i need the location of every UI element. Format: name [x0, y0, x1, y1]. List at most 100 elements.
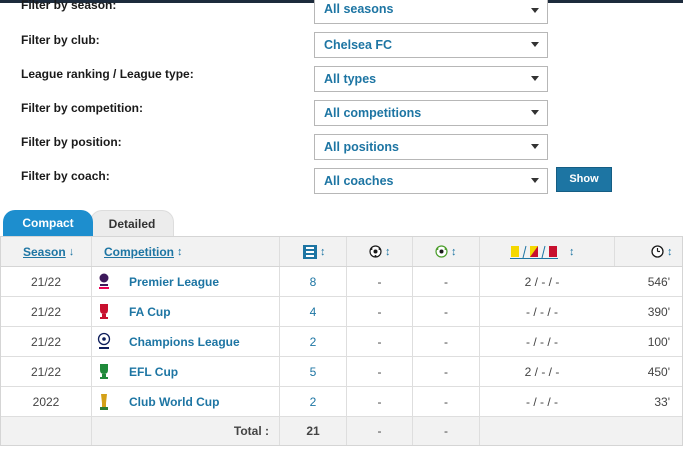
season-cell: 2022 [32, 394, 60, 409]
competition-header-label[interactable]: Competition [104, 245, 174, 259]
total-goals: - [377, 424, 382, 438]
cards-cell: 2 / - / - [524, 364, 560, 379]
position-select[interactable]: All positions [314, 134, 548, 160]
filter-season-row: Filter by season: All seasons [0, 0, 683, 32]
season-header[interactable]: Season ↓ [23, 237, 74, 266]
appearances-header[interactable]: ↕ [303, 237, 326, 266]
filter-position-row: Filter by position: All positions [0, 134, 683, 168]
cards-cell: - / - / - [526, 304, 558, 319]
filter-season-label: Filter by season: [21, 0, 117, 12]
show-button[interactable]: Show [556, 167, 612, 192]
sort-icon[interactable]: ↕ [320, 246, 326, 258]
competition-link[interactable]: Champions League [129, 335, 240, 349]
chevron-down-icon [531, 42, 539, 47]
competition-link[interactable]: FA Cup [129, 305, 171, 319]
goals-header[interactable]: ↕ [369, 237, 391, 266]
tab-detailed[interactable]: Detailed [90, 210, 174, 236]
cards-header[interactable]: ↕ [510, 237, 575, 266]
appearances-link[interactable]: 2 [310, 335, 317, 349]
chevron-down-icon [531, 76, 539, 81]
season-cell: 21/22 [30, 274, 62, 289]
competition-link[interactable]: EFL Cup [129, 365, 178, 379]
goals-cell: - [377, 364, 382, 379]
goals-cell: - [377, 274, 382, 289]
season-header-label[interactable]: Season [23, 245, 66, 259]
ball-icon [369, 245, 382, 258]
view-tabs: Detailed Compact [0, 210, 683, 236]
competition-select-value: All competitions [324, 106, 422, 120]
sort-icon[interactable]: ↕ [569, 246, 575, 258]
assists-cell: - [444, 394, 448, 409]
goals-cell: - [377, 304, 382, 319]
sort-icon[interactable]: ↕ [451, 246, 457, 258]
filter-club-row: Filter by club: Chelsea FC [0, 32, 683, 66]
assists-cell: - [444, 334, 448, 349]
appearances-icon [303, 244, 317, 259]
appearances-link[interactable]: 4 [310, 305, 317, 319]
season-select[interactable]: All seasons [314, 0, 548, 24]
assists-header[interactable]: ↕ [435, 237, 457, 266]
stats-table: Season ↓ Competition ↕ ↕ ↕ ↕ ↕ ↕ 21/22 P… [0, 236, 683, 446]
cards-cell: - / - / - [526, 334, 558, 349]
filter-coach-label: Filter by coach: [21, 169, 110, 183]
table-row: 21/22 Champions League 2 - - - / - / - 1… [1, 327, 682, 357]
table-header-row: Season ↓ Competition ↕ ↕ ↕ ↕ ↕ ↕ [1, 237, 682, 267]
season-cell: 21/22 [30, 304, 62, 319]
season-cell: 21/22 [30, 364, 62, 379]
cards-cell: - / - / - [526, 394, 558, 409]
chevron-down-icon [531, 110, 539, 115]
league-type-select[interactable]: All types [314, 66, 548, 92]
total-assists: - [444, 424, 448, 438]
champions-league-logo-icon [97, 332, 111, 349]
season-select-value: All seasons [324, 2, 394, 16]
sort-desc-icon[interactable]: ↓ [69, 246, 75, 258]
filter-competition-label: Filter by competition: [21, 101, 144, 115]
cards-cell: 2 / - / - [524, 274, 560, 289]
clock-icon [651, 245, 664, 258]
chevron-down-icon [531, 178, 539, 183]
total-row: Total : 21 - - [1, 417, 682, 445]
filter-position-label: Filter by position: [21, 135, 122, 149]
fa-cup-logo-icon [100, 304, 108, 319]
assists-cell: - [444, 304, 448, 319]
assists-cell: - [444, 364, 448, 379]
total-appearances: 21 [306, 424, 320, 438]
season-cell: 21/22 [30, 334, 62, 349]
filter-club-label: Filter by club: [21, 33, 100, 47]
efl-cup-logo-icon [100, 364, 108, 379]
sort-icon[interactable]: ↕ [385, 246, 391, 258]
table-row: 2022 Club World Cup 2 - - - / - / - 33' [1, 387, 682, 417]
chevron-down-icon [531, 8, 539, 13]
club-world-cup-logo-icon [100, 394, 108, 410]
table-row: 21/22 FA Cup 4 - - - / - / - 390' [1, 297, 682, 327]
competition-link[interactable]: Premier League [129, 275, 219, 289]
appearances-link[interactable]: 2 [310, 395, 317, 409]
appearances-link[interactable]: 5 [310, 365, 317, 379]
chevron-down-icon [531, 144, 539, 149]
filter-league-type-row: League ranking / League type: All types [0, 66, 683, 100]
filter-competition-row: Filter by competition: All competitions [0, 100, 683, 134]
club-select[interactable]: Chelsea FC [314, 32, 548, 58]
competition-select[interactable]: All competitions [314, 100, 548, 126]
tab-compact[interactable]: Compact [3, 210, 93, 236]
minutes-header[interactable]: ↕ [651, 237, 673, 266]
table-row: 21/22 EFL Cup 5 - - 2 / - / - 450' [1, 357, 682, 387]
competition-header[interactable]: Competition ↕ [104, 237, 183, 266]
club-select-value: Chelsea FC [324, 38, 393, 52]
premier-league-logo-icon [99, 273, 109, 289]
goals-cell: - [377, 334, 382, 349]
minutes-cell: 546' [647, 274, 670, 289]
minutes-cell: 450' [647, 364, 670, 379]
minutes-cell: 390' [647, 304, 670, 319]
coach-select[interactable]: All coaches [314, 168, 548, 194]
assists-cell: - [444, 274, 448, 289]
coach-select-value: All coaches [324, 174, 394, 188]
appearances-link[interactable]: 8 [310, 275, 317, 289]
total-label: Total : [233, 424, 269, 438]
assist-ball-icon [435, 245, 448, 258]
league-type-select-value: All types [324, 72, 377, 86]
sort-icon[interactable]: ↕ [667, 246, 673, 258]
minutes-cell: 100' [647, 334, 670, 349]
competition-link[interactable]: Club World Cup [129, 395, 219, 409]
sort-icon[interactable]: ↕ [177, 246, 183, 258]
